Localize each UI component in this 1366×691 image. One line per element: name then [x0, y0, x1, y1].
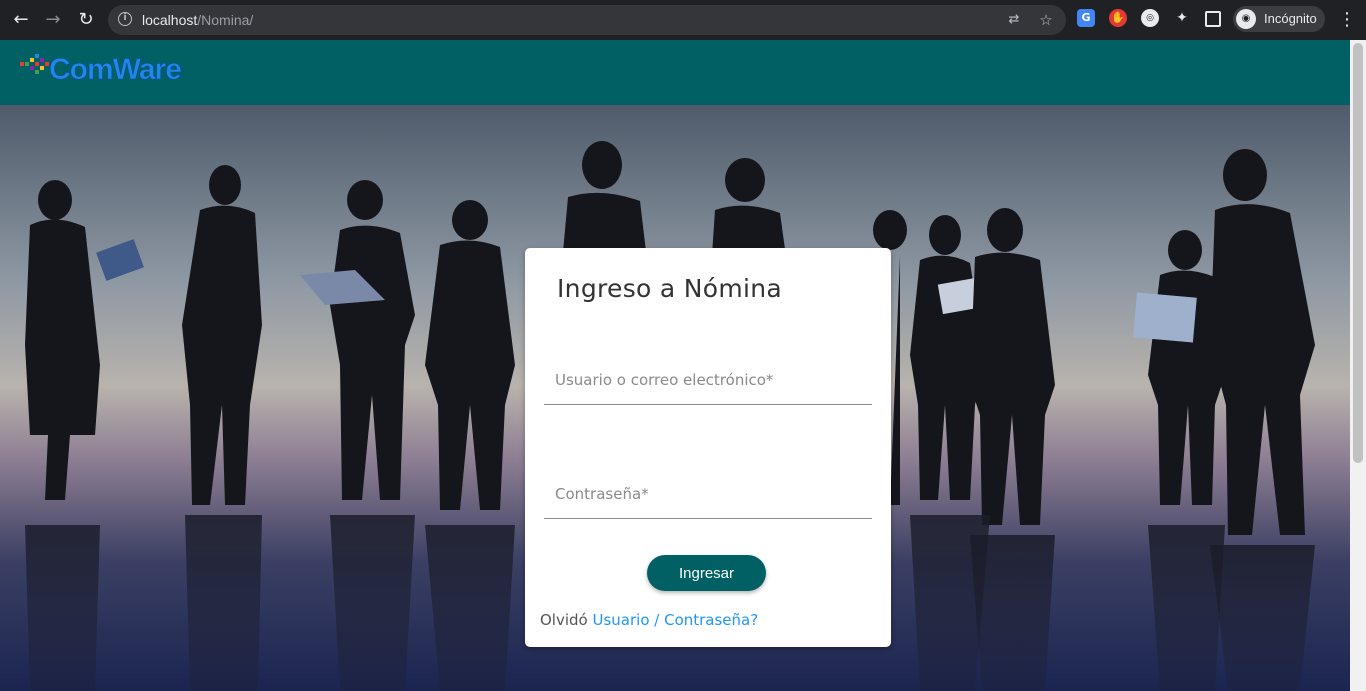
adblock-extension-icon[interactable]: ✋	[1109, 9, 1127, 27]
password-field	[544, 472, 872, 519]
address-bar[interactable]: i localhost/Nomina/ ⇄ ☆	[108, 5, 1066, 35]
back-arrow-icon[interactable]: ←	[9, 8, 33, 32]
app-header: ComWare	[0, 40, 1350, 105]
password-input[interactable]	[544, 472, 872, 516]
reload-icon[interactable]: ↻	[74, 8, 98, 32]
profile-label: Incógnito	[1264, 11, 1317, 26]
username-field	[544, 358, 872, 405]
incognito-icon: ◉	[1236, 9, 1256, 29]
incognito-profile-button[interactable]: ◉ Incógnito	[1233, 6, 1325, 32]
star-icon[interactable]: ☆	[1036, 10, 1056, 30]
forgot-credentials-text: Olvidó Usuario / Contraseña?	[540, 611, 758, 629]
username-input[interactable]	[544, 358, 872, 402]
page-viewport: ComWare Ingreso a Nómina Usuario o corre…	[0, 40, 1350, 691]
login-button[interactable]: Ingresar	[647, 555, 766, 591]
translate-icon[interactable]: ⇄	[1004, 10, 1024, 30]
comware-logo[interactable]: ComWare	[20, 48, 210, 84]
google-translate-extension-icon[interactable]: G	[1077, 9, 1095, 27]
url-text[interactable]: localhost/Nomina/	[142, 12, 253, 28]
forgot-prefix: Olvidó	[540, 611, 588, 629]
side-panel-icon[interactable]	[1205, 11, 1221, 27]
scrollbar-thumb[interactable]	[1353, 43, 1363, 463]
login-card: Ingreso a Nómina Ingresar Olvidó Usuario…	[525, 248, 891, 647]
more-menu-icon[interactable]: ⋮	[1338, 9, 1356, 31]
page-title: Ingreso a Nómina	[557, 274, 782, 303]
forward-arrow-icon[interactable]: →	[41, 8, 65, 32]
info-icon[interactable]: i	[118, 12, 132, 26]
forgot-credentials-link[interactable]: Usuario / Contraseña?	[593, 611, 759, 629]
vertical-scrollbar[interactable]	[1350, 40, 1366, 691]
puzzle-icon[interactable]: ✦	[1173, 9, 1191, 27]
extension-icon[interactable]: ◎	[1141, 9, 1159, 27]
browser-toolbar: ← → ↻ i localhost/Nomina/ ⇄ ☆ G ✋ ◎ ✦ ◉ …	[0, 0, 1366, 40]
logo-text: ComWare	[49, 53, 181, 84]
